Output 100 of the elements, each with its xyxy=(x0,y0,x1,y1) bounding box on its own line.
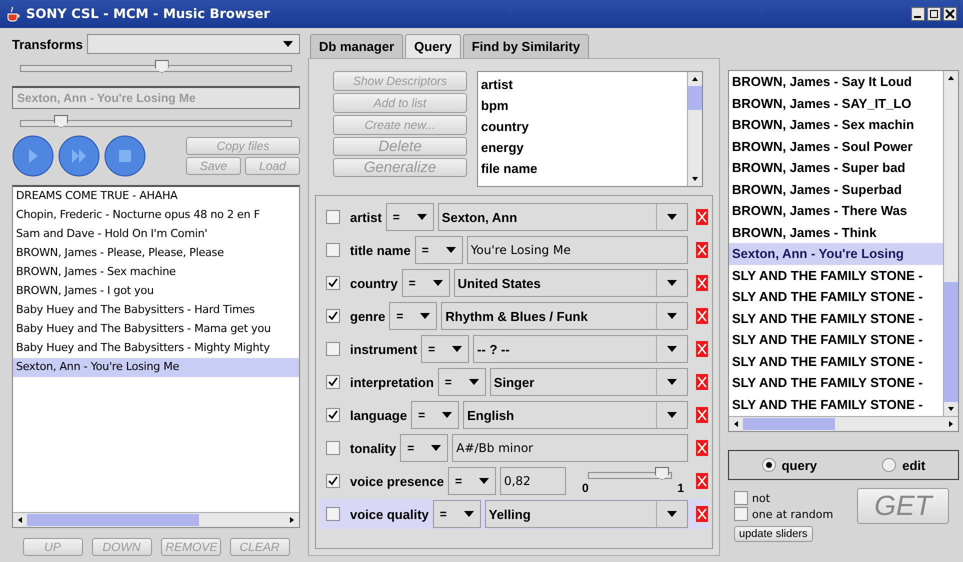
scroll-thumb[interactable] xyxy=(743,418,835,430)
result-item[interactable]: BROWN, James - Think xyxy=(729,222,943,243)
result-item[interactable]: BROWN, James - There Was xyxy=(729,200,943,222)
result-item[interactable]: BROWN, James - Soul Power xyxy=(729,136,943,157)
criterion-row[interactable]: title name = You're Losing Me xyxy=(320,235,708,265)
checkbox[interactable] xyxy=(326,309,340,323)
operator-dropdown[interactable]: = xyxy=(411,401,460,429)
playlist-item[interactable]: Baby Huey and The Babysitters - Mighty Mighty xyxy=(13,339,299,358)
playlist-item[interactable]: BROWN, James - Sex machine xyxy=(13,263,299,282)
stop-button[interactable] xyxy=(104,135,146,177)
remove-icon[interactable] xyxy=(696,473,708,489)
tab[interactable]: Find by Similarity xyxy=(462,34,590,58)
criterion-row[interactable]: tonality = A#/Bb minor xyxy=(320,433,708,463)
fast-forward-button[interactable] xyxy=(58,135,100,177)
operator-dropdown[interactable]: = xyxy=(414,236,463,264)
playlist-item[interactable]: Chopin, Frederic - Nocturne opus 48 no 2 en F xyxy=(13,206,299,225)
remove-icon[interactable] xyxy=(696,275,708,291)
value-field[interactable]: You're Losing Me xyxy=(466,236,688,264)
update-sliders-button[interactable]: update sliders xyxy=(734,526,812,542)
transforms-dropdown[interactable] xyxy=(86,34,300,54)
result-item[interactable]: SLY AND THE FAMILY STONE - xyxy=(729,308,943,329)
vertical-scrollbar[interactable] xyxy=(687,72,702,186)
result-item[interactable]: SLY AND THE FAMILY STONE - xyxy=(729,329,943,350)
remove-icon[interactable] xyxy=(696,341,708,357)
checkbox[interactable] xyxy=(326,441,340,455)
descriptor-item[interactable]: file name xyxy=(478,158,687,179)
checkbox[interactable] xyxy=(326,342,340,356)
criterion-row[interactable]: genre = Rhythm & Blues / Funk xyxy=(320,301,708,331)
tab[interactable]: Db manager xyxy=(310,34,404,58)
scroll-thumb[interactable] xyxy=(688,86,702,110)
value-dropdown[interactable]: Rhythm & Blues / Funk xyxy=(441,302,688,330)
value-dropdown[interactable]: Singer xyxy=(490,368,688,396)
result-item[interactable]: BROWN, James - SAY_IT_LO xyxy=(729,92,943,114)
checkbox[interactable] xyxy=(326,375,340,389)
mode-radio[interactable]: edit xyxy=(882,458,926,472)
descriptor-item[interactable]: energy xyxy=(478,137,687,158)
result-item[interactable]: SLY AND THE FAMILY STONE - xyxy=(729,264,943,286)
remove-icon[interactable] xyxy=(696,242,708,258)
criterion-row[interactable]: instrument = -- ? -- xyxy=(320,334,708,364)
checkbox[interactable] xyxy=(326,210,340,224)
criterion-row[interactable]: country = United States xyxy=(320,268,708,298)
operator-dropdown[interactable]: = xyxy=(402,269,450,297)
operator-dropdown[interactable]: = xyxy=(386,203,434,231)
mode-radio[interactable]: query xyxy=(762,458,818,472)
horizontal-scrollbar[interactable] xyxy=(729,416,958,431)
criterion-row[interactable]: interpretation = Singer xyxy=(320,367,708,397)
criterion-row[interactable]: artist = Sexton, Ann xyxy=(320,202,708,232)
result-item[interactable]: BROWN, James - Super bad xyxy=(729,157,943,178)
playlist-item[interactable]: Sexton, Ann - You're Losing Me xyxy=(13,358,299,377)
result-item[interactable]: Sexton, Ann - You're Losing xyxy=(729,243,943,264)
checkbox[interactable] xyxy=(326,474,340,488)
operator-dropdown[interactable]: = xyxy=(389,302,438,330)
remove-icon[interactable] xyxy=(696,506,708,522)
close-icon[interactable] xyxy=(943,7,957,21)
value-dropdown[interactable]: English xyxy=(463,401,688,429)
playlist-item[interactable]: Baby Huey and The Babysitters - Hard Times xyxy=(13,301,299,320)
operator-dropdown[interactable]: = xyxy=(438,368,486,396)
checkbox[interactable] xyxy=(326,408,340,422)
horizontal-scrollbar[interactable] xyxy=(13,512,299,527)
criterion-row[interactable]: language = English xyxy=(320,400,708,430)
remove-icon[interactable] xyxy=(696,209,708,225)
checkbox[interactable] xyxy=(326,276,340,290)
remove-icon[interactable] xyxy=(696,407,708,423)
scroll-thumb[interactable] xyxy=(27,514,199,526)
checkbox[interactable] xyxy=(326,507,340,521)
value-dropdown[interactable]: United States xyxy=(454,269,688,297)
result-item[interactable]: SLY AND THE FAMILY STONE - xyxy=(729,394,943,415)
playlist-item[interactable]: BROWN, James - I got you xyxy=(13,282,299,301)
descriptor-item[interactable]: bpm xyxy=(478,95,687,116)
descriptor-item[interactable]: country xyxy=(478,116,687,137)
value-dropdown[interactable]: Yelling xyxy=(484,500,688,528)
playlist-item[interactable]: BROWN, James - Please, Please, Please xyxy=(13,244,299,263)
playlist-item[interactable]: Baby Huey and The Babysitters - Mama get you xyxy=(13,320,299,339)
remove-icon[interactable] xyxy=(696,308,708,324)
value-dropdown[interactable]: -- ? -- xyxy=(473,335,688,363)
result-item[interactable]: SLY AND THE FAMILY STONE - xyxy=(729,286,943,308)
operator-dropdown[interactable]: = xyxy=(448,467,496,495)
criterion-row[interactable]: voice quality = Yelling xyxy=(320,499,708,529)
criterion-row[interactable]: voice presence = 0,82 0 1 xyxy=(320,466,708,496)
result-item[interactable]: SLY AND THE FAMILY STONE - xyxy=(729,372,943,394)
operator-dropdown[interactable]: = xyxy=(432,500,481,528)
value-dropdown[interactable]: Sexton, Ann xyxy=(438,203,688,231)
remove-icon[interactable] xyxy=(696,440,708,456)
value-field[interactable]: A#/Bb minor xyxy=(452,434,688,462)
result-item[interactable]: SLY AND THE FAMILY STONE - xyxy=(729,350,943,372)
option-checkbox[interactable]: one at random xyxy=(734,507,834,521)
tab[interactable]: Query xyxy=(405,34,461,58)
result-item[interactable]: BROWN, James - Sex machin xyxy=(729,114,943,136)
scroll-thumb[interactable] xyxy=(944,282,958,402)
minimize-icon[interactable] xyxy=(911,7,925,21)
result-item[interactable]: BROWN, James - Say It Loud xyxy=(729,71,943,92)
vertical-scrollbar[interactable] xyxy=(943,71,958,416)
playlist-item[interactable]: Sam and Dave - Hold On I'm Comin' xyxy=(13,225,299,244)
playlist-item[interactable]: DREAMS COME TRUE - AHAHA xyxy=(13,187,299,206)
operator-dropdown[interactable]: = xyxy=(421,335,470,363)
checkbox[interactable] xyxy=(326,243,340,257)
maximize-icon[interactable] xyxy=(927,7,941,21)
result-item[interactable]: BROWN, James - Superbad xyxy=(729,178,943,200)
play-button[interactable] xyxy=(12,135,54,177)
descriptor-item[interactable]: artist xyxy=(478,74,687,95)
